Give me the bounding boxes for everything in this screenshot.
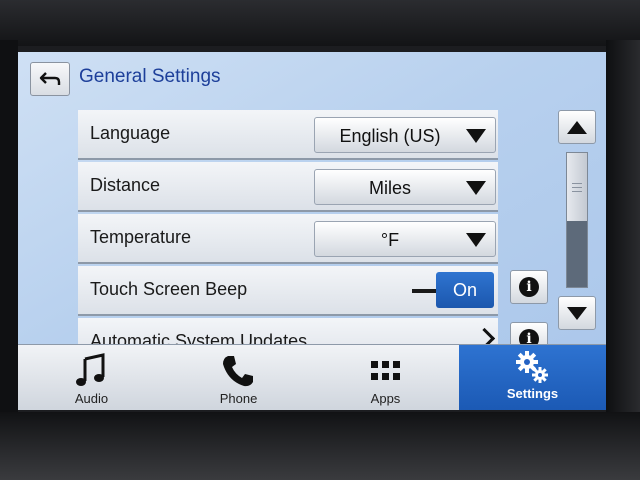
language-dropdown[interactable]: English (US) — [314, 117, 496, 153]
page-title: General Settings — [79, 66, 221, 87]
scroll-down-button[interactable] — [558, 296, 596, 330]
dropdown-arrow-icon — [466, 233, 486, 247]
scroll-up-button[interactable] — [558, 110, 596, 144]
setting-label: Touch Screen Beep — [90, 279, 248, 299]
nav-label: Settings — [506, 386, 559, 401]
nav-settings[interactable]: Settings — [459, 345, 606, 410]
setting-row-touch-screen-beep: Touch Screen Beep On — [78, 266, 498, 316]
info-icon: i — [519, 277, 539, 297]
nav-label: Apps — [370, 391, 401, 406]
nav-label: Phone — [219, 391, 258, 406]
dropdown-arrow-icon — [466, 129, 486, 143]
setting-row-language: Language English (US) — [78, 110, 498, 160]
setting-label: Distance — [90, 175, 161, 195]
beep-toggle[interactable]: On — [436, 272, 494, 308]
setting-label: Language — [90, 123, 171, 143]
nav-audio[interactable]: Audio — [18, 345, 165, 410]
back-button[interactable] — [30, 62, 70, 96]
dropdown-value: °F — [380, 230, 400, 250]
bezel-right — [606, 40, 640, 420]
toggle-track — [412, 289, 438, 293]
nav-label: Audio — [74, 391, 109, 406]
arrow-down-icon — [567, 307, 587, 320]
nav-apps[interactable]: Apps — [312, 345, 459, 410]
bottom-nav-bar: Audio Phone Apps Settings — [18, 344, 606, 410]
arrow-up-icon — [567, 121, 587, 134]
music-note-icon — [76, 353, 105, 386]
setting-row-temperature: Temperature °F — [78, 214, 498, 264]
distance-dropdown[interactable]: Miles — [314, 169, 496, 205]
setting-row-automatic-system-updates[interactable]: Automatic System Updates — [78, 318, 498, 346]
dropdown-value: Miles — [368, 178, 411, 198]
settings-list: Language English (US) Distance Miles Tem… — [78, 110, 498, 346]
scrollbar-track[interactable] — [566, 152, 588, 288]
phone-icon — [223, 356, 253, 387]
grip-line — [572, 187, 582, 188]
back-arrow-icon — [39, 72, 61, 85]
gears-icon — [516, 351, 548, 383]
setting-row-distance: Distance Miles — [78, 162, 498, 212]
temperature-dropdown[interactable]: °F — [314, 221, 496, 257]
touch-screen-beep-info-button[interactable]: i — [510, 270, 548, 304]
dropdown-value: English (US) — [339, 126, 441, 146]
touch-screen: General Settings Language English (US) D… — [18, 52, 606, 410]
apps-grid-icon — [371, 361, 400, 380]
bezel-top — [0, 0, 640, 46]
scrollbar-thumb[interactable] — [567, 153, 587, 221]
setting-label: Temperature — [90, 227, 192, 247]
grip-line — [572, 191, 582, 192]
bezel-left — [0, 40, 18, 420]
bezel-bottom — [0, 412, 640, 480]
grip-line — [572, 183, 582, 184]
nav-phone[interactable]: Phone — [165, 345, 312, 410]
dropdown-arrow-icon — [466, 181, 486, 195]
